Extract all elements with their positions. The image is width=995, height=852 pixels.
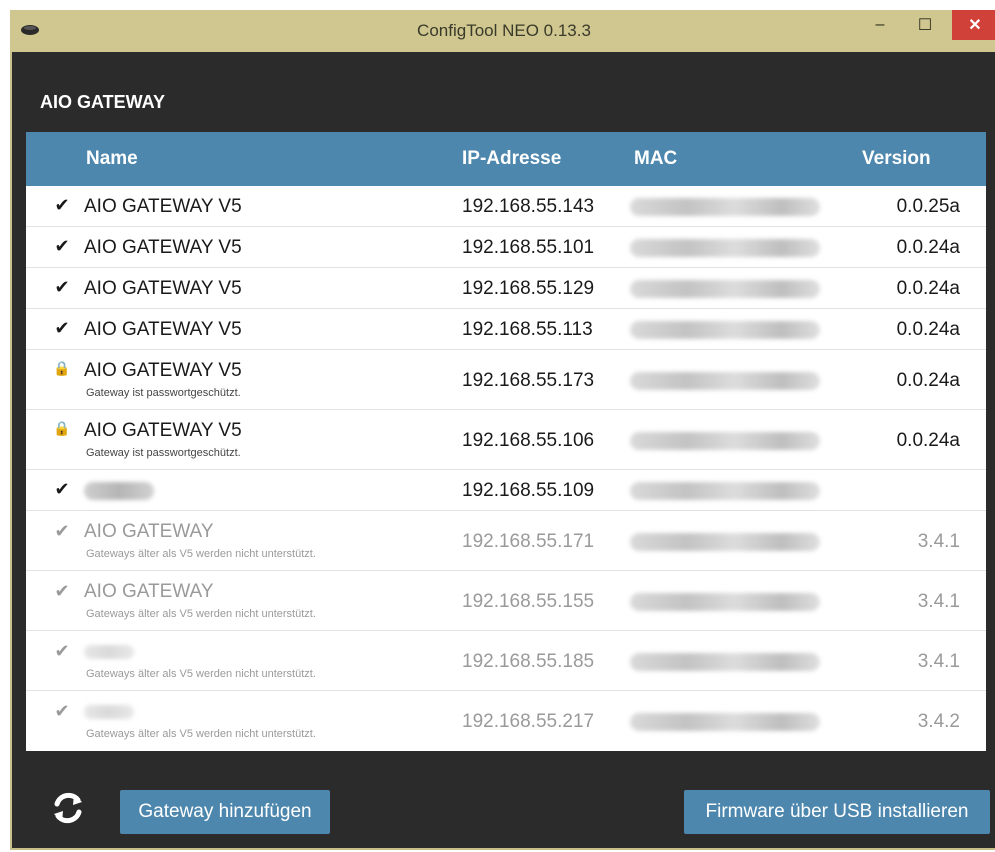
check-icon: ✔ (54, 195, 70, 215)
column-header-name[interactable]: Name (86, 148, 138, 170)
mac-redacted (630, 653, 820, 671)
gateway-ip: 192.168.55.109 (462, 480, 595, 501)
section-title: AIO GATEWAY (40, 92, 166, 112)
gateway-name: AIO GATEWAY V5 (84, 196, 242, 217)
gateway-note: Gateways älter als V5 werden nicht unter… (86, 608, 316, 620)
mac-redacted (630, 482, 820, 500)
column-header-ip[interactable]: IP-Adresse (462, 148, 561, 170)
gateway-name-redacted (84, 641, 134, 663)
gateway-version: 3.4.1 (917, 591, 960, 612)
gateway-version: 3.4.1 (917, 531, 960, 552)
check-icon: ✔ (54, 479, 70, 499)
usb-firmware-button[interactable]: Firmware über USB installieren (684, 790, 990, 834)
title-bar[interactable]: ConfigTool NEO 0.13.3 – ☐ ✕ (10, 10, 995, 52)
gateway-name: AIO GATEWAY V5 (84, 278, 242, 299)
mac-redacted (630, 593, 820, 611)
refresh-icon[interactable] (48, 788, 88, 828)
check-icon: ✔ (54, 581, 70, 601)
gateway-version: 0.0.24a (896, 370, 960, 391)
check-icon: ✔ (54, 277, 70, 297)
window-title: ConfigTool NEO 0.13.3 (417, 21, 591, 40)
column-header-mac[interactable]: MAC (634, 148, 677, 170)
mac-redacted (630, 239, 820, 257)
main-panel: AIO GATEWAY Name IP-Adresse MAC Version … (12, 52, 995, 848)
gateway-version: 0.0.24a (896, 237, 960, 258)
gateway-ip: 192.168.55.101 (462, 237, 595, 258)
lock-icon: 🔒 (53, 420, 71, 436)
column-header-version[interactable]: Version (862, 148, 931, 170)
table-row[interactable]: ✔ AIO GATEWAY Gateways älter als V5 werd… (26, 511, 986, 571)
table-row[interactable]: ✔ AIO GATEWAY Gateways älter als V5 werd… (26, 571, 986, 631)
table-row[interactable]: ✔ 192.168.55.109 (26, 470, 986, 511)
gateway-ip: 192.168.55.143 (462, 196, 595, 217)
table-row[interactable]: ✔ Gateways älter als V5 werden nicht unt… (26, 631, 986, 691)
table-row[interactable]: ✔ AIO GATEWAY V5 192.168.55.113 0.0.24a (26, 309, 986, 350)
table-row[interactable]: 🔒 AIO GATEWAY V5 Gateway ist passwortges… (26, 410, 986, 470)
gateway-ip: 192.168.55.129 (462, 278, 595, 299)
gateway-version: 3.4.2 (917, 711, 960, 732)
mac-redacted (630, 280, 820, 298)
table-row[interactable]: ✔ AIO GATEWAY V5 192.168.55.143 0.0.25a (26, 186, 986, 227)
gateway-note: Gateway ist passwortgeschützt. (86, 447, 241, 459)
check-icon: ✔ (54, 641, 70, 661)
table-header: Name IP-Adresse MAC Version (26, 132, 986, 186)
gateway-note: Gateways älter als V5 werden nicht unter… (86, 668, 316, 680)
gateway-name: AIO GATEWAY V5 (84, 237, 242, 258)
gateway-name-redacted (84, 701, 134, 723)
gateway-ip: 192.168.55.113 (462, 319, 593, 340)
gateway-ip: 192.168.55.106 (462, 430, 595, 451)
close-button[interactable]: ✕ (952, 10, 995, 40)
mac-redacted (630, 533, 820, 551)
gateway-name: AIO GATEWAY (84, 521, 214, 542)
table-row[interactable]: ✔ AIO GATEWAY V5 192.168.55.101 0.0.24a (26, 227, 986, 268)
gateway-name-redacted (84, 480, 154, 502)
gateway-version: 0.0.25a (896, 196, 960, 217)
gateway-note: Gateways älter als V5 werden nicht unter… (86, 548, 316, 560)
gateway-version: 0.0.24a (896, 319, 960, 340)
table-row[interactable]: ✔ Gateways älter als V5 werden nicht unt… (26, 691, 986, 751)
minimize-button[interactable]: – (860, 10, 900, 40)
gateway-ip: 192.168.55.155 (462, 591, 595, 612)
lock-icon: 🔒 (53, 360, 71, 376)
check-icon: ✔ (54, 521, 70, 541)
gateway-name: AIO GATEWAY V5 (84, 319, 242, 340)
mac-redacted (630, 432, 820, 450)
gateway-name: AIO GATEWAY V5 (84, 360, 242, 381)
maximize-button[interactable]: ☐ (905, 10, 945, 40)
mac-redacted (630, 198, 820, 216)
gateway-ip: 192.168.55.217 (462, 711, 595, 732)
gateway-ip: 192.168.55.185 (462, 651, 595, 672)
table-row[interactable]: ✔ AIO GATEWAY V5 192.168.55.129 0.0.24a (26, 268, 986, 309)
gateway-note: Gateway ist passwortgeschützt. (86, 387, 241, 399)
gateway-version: 0.0.24a (896, 430, 960, 451)
table-row[interactable]: 🔒 AIO GATEWAY V5 Gateway ist passwortges… (26, 350, 986, 410)
mac-redacted (630, 372, 820, 390)
check-icon: ✔ (54, 318, 70, 338)
gateway-name: AIO GATEWAY V5 (84, 420, 242, 441)
check-icon: ✔ (54, 236, 70, 256)
check-icon: ✔ (54, 701, 70, 721)
gateway-version: 0.0.24a (896, 278, 960, 299)
gateway-version: 3.4.1 (917, 651, 960, 672)
gateway-ip: 192.168.55.171 (462, 531, 595, 552)
mac-redacted (630, 321, 820, 339)
app-window: ConfigTool NEO 0.13.3 – ☐ ✕ AIO GATEWAY … (10, 10, 995, 850)
gateway-ip: 192.168.55.173 (462, 370, 595, 391)
add-gateway-button[interactable]: Gateway hinzufügen (120, 790, 330, 834)
gateway-name: AIO GATEWAY (84, 581, 214, 602)
gateway-note: Gateways älter als V5 werden nicht unter… (86, 728, 316, 740)
gateway-table: Name IP-Adresse MAC Version ✔ AIO GATEWA… (26, 132, 986, 751)
mac-redacted (630, 713, 820, 731)
